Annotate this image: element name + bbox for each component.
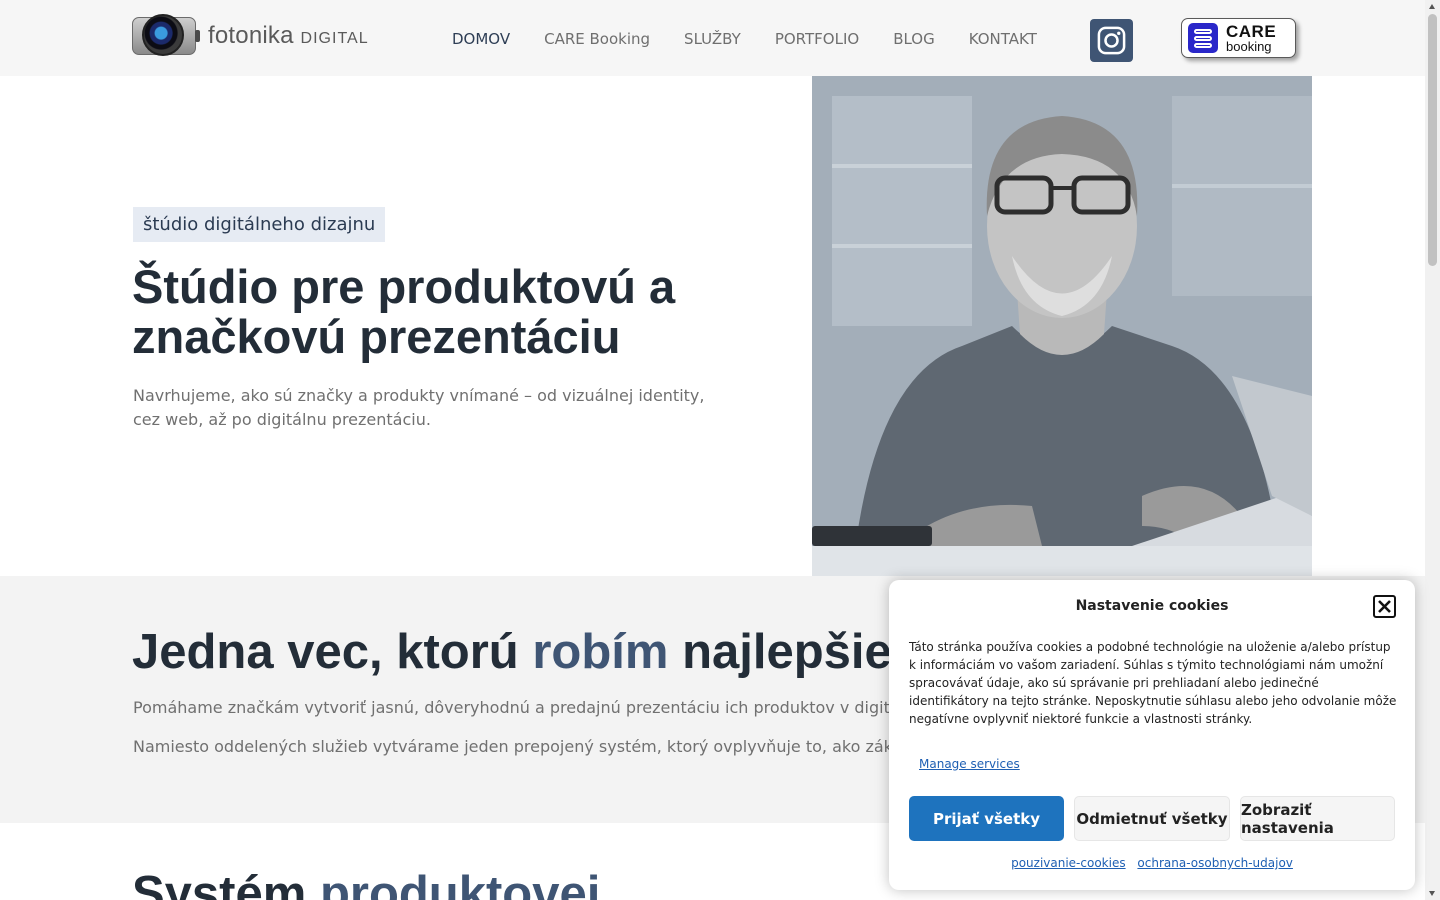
nav-item-care-booking[interactable]: CARE Booking	[544, 30, 650, 48]
care-booking-button[interactable]: CARE booking	[1181, 18, 1296, 58]
intro-title: Jedna vec, ktorú robím najlepšie	[132, 624, 892, 680]
database-icon	[1188, 23, 1218, 53]
camera-logo-icon	[132, 14, 200, 58]
hero-portrait-image	[812, 76, 1312, 576]
intro-paragraph-1: Pomáhame značkám vytvoriť jasnú, dôveryh…	[133, 698, 940, 717]
system-title: Systém produktovej	[132, 866, 600, 900]
intro-title-part1: Jedna vec, ktorú	[132, 625, 533, 679]
nav-item-blog[interactable]: BLOG	[893, 30, 935, 48]
intro-title-part2: najlepšie	[668, 625, 892, 679]
care-booking-label: CARE booking	[1226, 23, 1276, 53]
system-title-accent: produktovej	[319, 867, 601, 900]
show-settings-button[interactable]: Zobraziť nastavenia	[1240, 796, 1395, 841]
logo-brand: fotonika	[208, 22, 294, 49]
intro-paragraph-2: Namiesto oddelených služieb vytvárame je…	[133, 737, 935, 756]
hero-title: Štúdio pre produktovú a značkovú prezent…	[132, 260, 676, 363]
page-scrollbar[interactable]	[1425, 0, 1440, 900]
cookie-policy-link[interactable]: pouzivanie-cookies	[1011, 856, 1126, 870]
care-label-line1: CARE	[1226, 22, 1277, 41]
scroll-down-arrow-icon[interactable]	[1429, 891, 1435, 896]
manage-services-link[interactable]: Manage services	[919, 757, 1020, 771]
deny-all-button[interactable]: Odmietnuť všetky	[1074, 796, 1230, 841]
site-header: fotonika DIGITAL DOMOV CARE Booking SLUŽ…	[0, 0, 1425, 76]
scroll-up-arrow-icon[interactable]	[1429, 4, 1435, 9]
cookie-dialog-text: Táto stránka používa cookies a podobné t…	[909, 640, 1397, 726]
instagram-icon[interactable]	[1090, 19, 1133, 62]
nav-item-portfolio[interactable]: PORTFOLIO	[775, 30, 859, 48]
site-logo[interactable]: fotonika DIGITAL	[132, 14, 369, 58]
system-title-part1: Systém	[132, 867, 320, 900]
privacy-policy-link[interactable]: ochrana-osobnych-udajov	[1137, 856, 1293, 870]
logo-text: fotonika DIGITAL	[208, 22, 369, 50]
accept-all-button[interactable]: Prijať všetky	[909, 796, 1064, 841]
cookie-dialog-title: Nastavenie cookies	[1075, 598, 1229, 614]
intro-title-accent: robím	[532, 625, 669, 679]
nav-item-kontakt[interactable]: KONTAKT	[969, 30, 1037, 48]
nav-item-domov[interactable]: DOMOV	[452, 30, 510, 48]
logo-suffix: DIGITAL	[300, 30, 369, 47]
care-label-line2: booking	[1226, 39, 1272, 54]
close-icon[interactable]	[1373, 595, 1396, 618]
hero-subtitle: Navrhujeme, ako sú značky a produkty vní…	[133, 386, 705, 429]
scrollbar-thumb[interactable]	[1428, 14, 1437, 266]
nav-item-sluzby[interactable]: SLUŽBY	[684, 30, 741, 48]
main-nav: DOMOV CARE Booking SLUŽBY PORTFOLIO BLOG…	[452, 30, 1037, 48]
cookie-policy-links: pouzivanie-cookies ochrana-osobnych-udaj…	[889, 856, 1415, 870]
hero-badge: štúdio digitálneho dizajnu	[133, 207, 386, 242]
cookie-consent-dialog: Nastavenie cookies Táto stránka používa …	[889, 580, 1415, 890]
